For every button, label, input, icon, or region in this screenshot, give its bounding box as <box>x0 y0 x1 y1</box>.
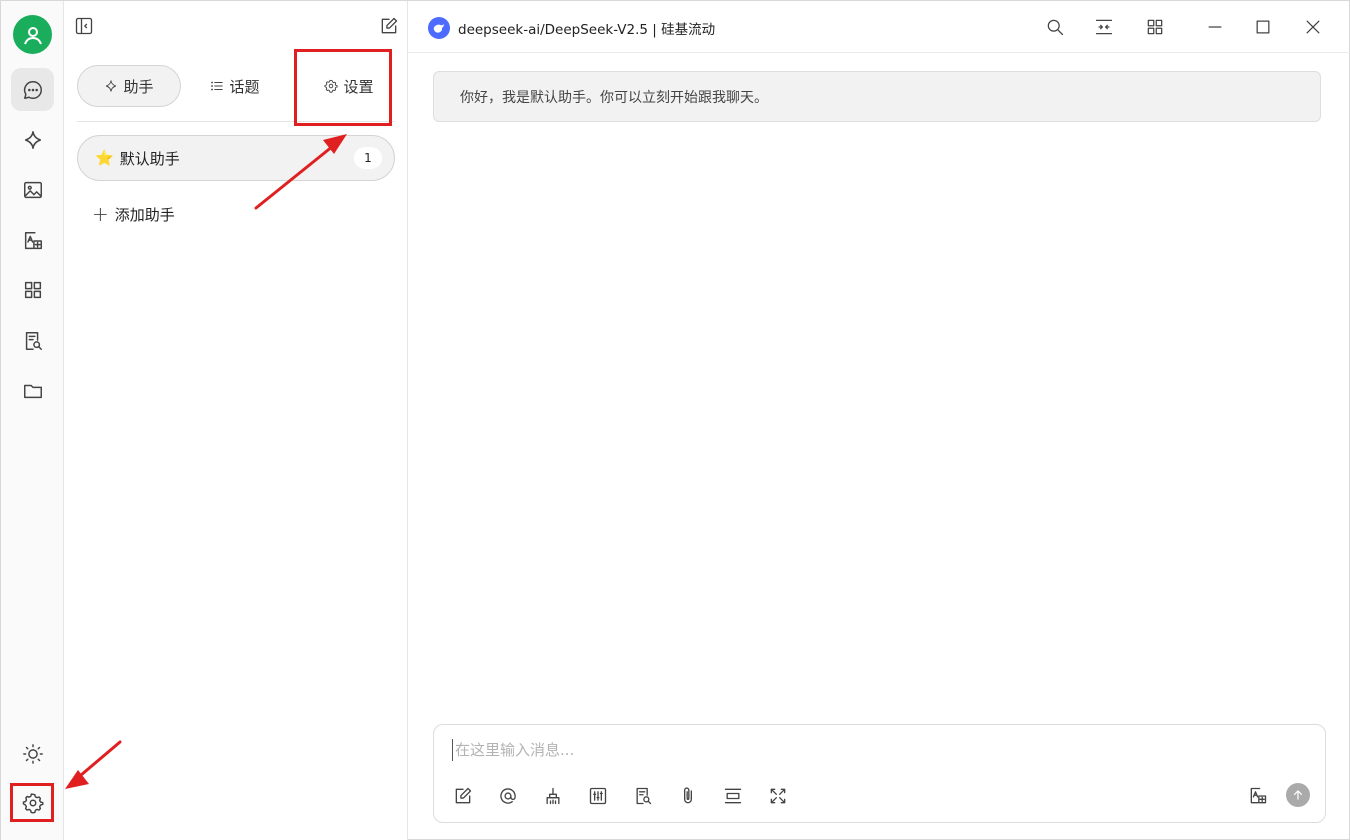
layout-button[interactable] <box>1092 15 1116 39</box>
panel-tabs: 助手 话题 设置 <box>77 65 395 109</box>
plus-icon: + <box>92 202 109 226</box>
rail-agents-button[interactable] <box>11 118 54 161</box>
doc-search-icon <box>25 331 42 350</box>
paperclip-icon <box>684 787 692 804</box>
close-icon <box>1306 20 1320 34</box>
minimize-icon <box>1208 26 1222 28</box>
tab-settings-label: 设置 <box>343 77 374 96</box>
app-window: 助手 话题 设置 ⭐ 默认助手 1 + 添加助手 deepseek-ai/Dee… <box>0 0 1350 840</box>
broom-icon <box>546 787 560 805</box>
settings-tool-button[interactable] <box>586 784 610 808</box>
assistant-item-label: 默认助手 <box>119 149 180 168</box>
grid-icon <box>1147 19 1163 35</box>
rail-theme-button[interactable] <box>11 732 54 775</box>
user-avatar[interactable] <box>13 15 52 54</box>
sparkle-icon <box>24 130 41 149</box>
tab-settings[interactable]: 设置 <box>305 65 393 107</box>
close-button[interactable] <box>1301 15 1325 39</box>
knowledge-tool-button[interactable] <box>631 784 655 808</box>
minimize-button[interactable] <box>1203 15 1227 39</box>
message-composer <box>433 724 1326 823</box>
star-icon: ⭐ <box>95 149 114 167</box>
grid-icon <box>24 281 41 298</box>
add-assistant-label: 添加助手 <box>114 205 175 224</box>
sparkle-icon <box>106 80 117 92</box>
expand-icon <box>770 788 786 804</box>
tabs-divider <box>77 121 395 122</box>
search-button[interactable] <box>1043 15 1067 39</box>
expand-horizontal-icon <box>1095 19 1113 35</box>
toggle-sidebar-button[interactable] <box>72 14 96 38</box>
send-button[interactable] <box>1286 783 1310 807</box>
message-input[interactable] <box>452 739 1292 761</box>
topic-count-badge: 1 <box>354 147 382 169</box>
panel-toolbar <box>64 1 408 53</box>
maximize-button[interactable] <box>1251 15 1275 39</box>
assistant-greeting-message: 你好，我是默认助手。你可以立刻开始跟我聊天。 <box>433 71 1321 122</box>
doc-search-icon <box>636 787 652 805</box>
rail-image-button[interactable] <box>11 168 54 211</box>
edit-icon <box>455 787 472 804</box>
separator-icon <box>724 788 742 804</box>
add-assistant-button[interactable]: + 添加助手 <box>92 201 175 227</box>
rail-files-button[interactable] <box>11 369 54 412</box>
gear-icon <box>22 792 43 814</box>
translate-tool-button[interactable] <box>1246 784 1270 808</box>
edit-icon <box>381 17 398 34</box>
translate-icon <box>1250 787 1267 804</box>
gear-icon <box>324 79 339 93</box>
rail-translate-button[interactable] <box>11 219 54 262</box>
new-topic-tool-button[interactable] <box>451 784 475 808</box>
image-icon <box>23 181 42 198</box>
assistant-panel: 助手 话题 设置 ⭐ 默认助手 1 + 添加助手 <box>64 1 408 840</box>
tab-topics-label: 话题 <box>229 77 260 96</box>
mention-tool-button[interactable] <box>496 784 520 808</box>
deepseek-logo-icon <box>428 17 450 39</box>
tab-assistants[interactable]: 助手 <box>77 65 181 107</box>
folder-icon <box>23 384 42 398</box>
clear-tool-button[interactable] <box>541 784 565 808</box>
sun-icon <box>22 743 43 764</box>
maximize-icon <box>1256 20 1270 34</box>
search-icon <box>1047 19 1064 36</box>
translate-icon <box>24 231 42 249</box>
tab-assistants-label: 助手 <box>123 77 154 96</box>
apps-button[interactable] <box>1143 15 1167 39</box>
sidebar-collapse-icon <box>75 17 93 35</box>
model-title[interactable]: deepseek-ai/DeepSeek-V2.5 | 硅基流动 <box>458 18 715 38</box>
title-bar: deepseek-ai/DeepSeek-V2.5 | 硅基流动 <box>408 1 1350 53</box>
list-icon <box>211 81 224 91</box>
new-chat-button[interactable] <box>377 14 401 38</box>
at-sign-icon <box>500 788 516 804</box>
sliders-icon <box>589 787 607 805</box>
rail-knowledge-button[interactable] <box>11 319 54 362</box>
assistant-item-default[interactable]: ⭐ 默认助手 1 <box>77 135 395 181</box>
arrow-up-icon <box>1293 790 1303 800</box>
fullscreen-tool-button[interactable] <box>766 784 790 808</box>
attach-tool-button[interactable] <box>676 784 700 808</box>
user-icon <box>23 26 42 44</box>
rail-chat-button[interactable] <box>11 68 54 111</box>
tab-topics[interactable]: 话题 <box>194 65 276 107</box>
chat-bubble-icon <box>23 80 42 99</box>
rail-apps-button[interactable] <box>11 268 54 311</box>
nav-rail <box>1 1 64 840</box>
context-tool-button[interactable] <box>721 784 745 808</box>
rail-settings-button[interactable] <box>11 781 54 824</box>
chat-area: deepseek-ai/DeepSeek-V2.5 | 硅基流动 你好，我是默认… <box>408 1 1350 840</box>
